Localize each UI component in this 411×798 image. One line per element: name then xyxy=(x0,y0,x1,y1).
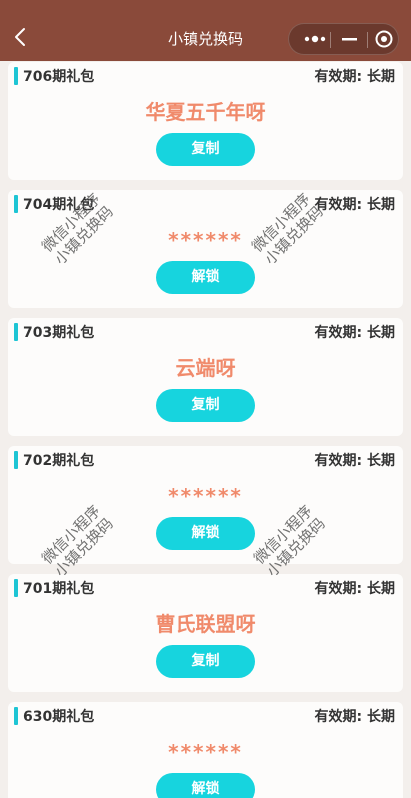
accent-bar xyxy=(14,707,18,725)
unlock-button[interactable]: 解锁 xyxy=(156,517,255,550)
gift-card: 703期礼包 有效期: 长期 云端呀 复制 xyxy=(8,318,403,436)
accent-bar xyxy=(14,67,18,85)
minimize-icon[interactable] xyxy=(335,24,365,54)
validity-label: 有效期: 长期 xyxy=(314,453,395,469)
navigation-bar: 小镇兑换码 xyxy=(0,0,411,61)
masked-code: ****** xyxy=(168,740,243,764)
validity-label: 有效期: 长期 xyxy=(314,69,395,85)
accent-bar xyxy=(14,323,18,341)
gift-name: 702期礼包 xyxy=(23,453,95,469)
more-dots-icon[interactable] xyxy=(299,24,333,54)
gift-name: 630期礼包 xyxy=(23,709,95,725)
accent-bar xyxy=(14,579,18,597)
close-target-icon[interactable] xyxy=(372,24,398,54)
masked-code: ****** xyxy=(168,484,243,508)
gift-card: 701期礼包 有效期: 长期 曹氏联盟呀 复制 xyxy=(8,574,403,692)
gift-name: 701期礼包 xyxy=(23,581,95,597)
accent-bar xyxy=(14,451,18,469)
copy-button[interactable]: 复制 xyxy=(156,133,255,166)
gift-code-list[interactable]: 706期礼包 有效期: 长期 华夏五千年呀 复制 704期礼包 有效期: 长期 … xyxy=(0,61,411,798)
copy-button[interactable]: 复制 xyxy=(156,645,255,678)
capsule-divider xyxy=(367,32,368,48)
copy-button[interactable]: 复制 xyxy=(156,389,255,422)
gift-code: 曹氏联盟呀 xyxy=(155,612,256,636)
gift-card: 706期礼包 有效期: 长期 华夏五千年呀 复制 xyxy=(8,62,403,180)
validity-label: 有效期: 长期 xyxy=(314,325,395,341)
unlock-button[interactable]: 解锁 xyxy=(156,773,255,798)
gift-name: 706期礼包 xyxy=(23,69,95,85)
gift-code: 云端呀 xyxy=(175,356,236,380)
validity-label: 有效期: 长期 xyxy=(314,581,395,597)
validity-label: 有效期: 长期 xyxy=(314,709,395,725)
gift-card: 630期礼包 有效期: 长期 ****** 解锁 xyxy=(8,702,403,798)
mini-program-capsule xyxy=(288,23,399,55)
unlock-button[interactable]: 解锁 xyxy=(156,261,255,294)
gift-code: 华夏五千年呀 xyxy=(145,100,266,124)
gift-name: 703期礼包 xyxy=(23,325,95,341)
validity-label: 有效期: 长期 xyxy=(314,197,395,213)
capsule-divider xyxy=(330,32,331,48)
accent-bar xyxy=(14,195,18,213)
